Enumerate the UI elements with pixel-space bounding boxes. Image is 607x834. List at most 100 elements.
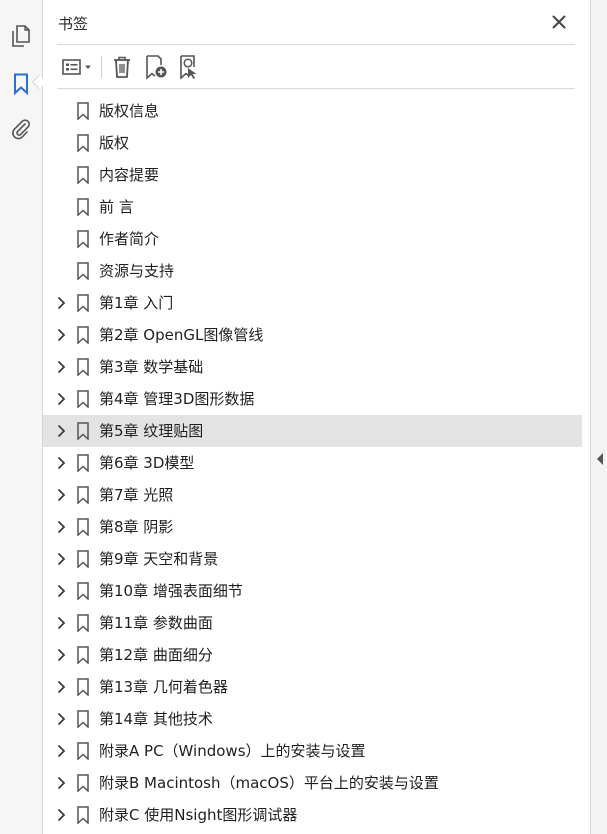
chevron-right-icon[interactable] bbox=[53, 359, 69, 375]
bookmark-row[interactable]: 第11章 参数曲面 bbox=[43, 607, 582, 639]
bookmark-row[interactable]: 第6章 3D模型 bbox=[43, 447, 582, 479]
bookmark-icon bbox=[76, 774, 90, 793]
bookmark-icon bbox=[76, 230, 90, 249]
bookmark-label: 第11章 参数曲面 bbox=[99, 614, 213, 632]
bookmark-label: 版权信息 bbox=[99, 102, 160, 120]
toolbar-separator bbox=[101, 56, 102, 78]
bookmark-label: 附录C 使用Nsight图形调试器 bbox=[99, 806, 298, 824]
bookmark-row[interactable]: 附录C 使用Nsight图形调试器 bbox=[43, 799, 582, 831]
bookmark-row[interactable]: 第4章 管理3D图形数据 bbox=[43, 383, 582, 415]
bookmark-icon bbox=[76, 518, 90, 537]
chevron-right-icon[interactable] bbox=[53, 647, 69, 663]
bookmark-icon bbox=[76, 422, 90, 441]
bookmark-label: 版权 bbox=[99, 134, 130, 152]
chevron-right-icon[interactable] bbox=[53, 807, 69, 823]
bookmarks-panel: 书签 版权信息 版权 内容提要 前 言 作者简介 资源与支持 第1章 入门 第2… bbox=[43, 0, 590, 834]
bookmark-row[interactable]: 作者简介 bbox=[43, 223, 582, 255]
chevron-right-icon[interactable] bbox=[53, 487, 69, 503]
bookmark-label: 前 言 bbox=[99, 198, 134, 216]
collapse-panel-icon[interactable] bbox=[595, 451, 605, 467]
bookmark-row[interactable]: 第9章 天空和背景 bbox=[43, 543, 582, 575]
bookmark-label: 第6章 3D模型 bbox=[99, 454, 195, 472]
bookmark-label: 第9章 天空和背景 bbox=[99, 550, 219, 568]
bookmark-row[interactable]: 第14章 其他技术 bbox=[43, 703, 582, 735]
bookmark-label: 第1章 入门 bbox=[99, 294, 174, 312]
bookmark-icon bbox=[76, 294, 90, 313]
bookmark-row[interactable]: 附录B Macintosh（macOS）平台上的安装与设置 bbox=[43, 767, 582, 799]
bookmark-row[interactable]: 附录A PC（Windows）上的安装与设置 bbox=[43, 735, 582, 767]
bookmark-label: 第7章 光照 bbox=[99, 486, 174, 504]
bookmark-row[interactable]: 第5章 纹理贴图 bbox=[43, 415, 582, 447]
bookmark-row[interactable]: 第10章 增强表面细节 bbox=[43, 575, 582, 607]
chevron-right-icon[interactable] bbox=[53, 551, 69, 567]
chevron-right-icon[interactable] bbox=[53, 519, 69, 535]
bookmark-label: 第2章 OpenGL图像管线 bbox=[99, 326, 264, 344]
bookmark-row[interactable]: 第7章 光照 bbox=[43, 479, 582, 511]
panel-splitter[interactable] bbox=[590, 0, 607, 834]
chevron-right-icon[interactable] bbox=[53, 327, 69, 343]
bookmark-icon bbox=[76, 678, 90, 697]
bookmark-row[interactable]: 第3章 数学基础 bbox=[43, 351, 582, 383]
chevron-right-icon[interactable] bbox=[53, 743, 69, 759]
bookmark-label: 第12章 曲面细分 bbox=[99, 646, 213, 664]
bookmark-icon bbox=[76, 134, 90, 153]
bookmark-row[interactable]: 第12章 曲面细分 bbox=[43, 639, 582, 671]
bookmark-row[interactable]: 前 言 bbox=[43, 191, 582, 223]
bookmark-label: 第8章 阴影 bbox=[99, 518, 174, 536]
bookmark-icon bbox=[76, 102, 90, 121]
bookmark-row[interactable]: 内容提要 bbox=[43, 159, 582, 191]
bookmark-icon bbox=[76, 614, 90, 633]
bookmark-icon bbox=[76, 326, 90, 345]
bookmark-label: 内容提要 bbox=[99, 166, 160, 184]
bookmark-label: 附录B Macintosh（macOS）平台上的安装与设置 bbox=[99, 774, 439, 792]
header-divider bbox=[57, 44, 575, 45]
bookmark-icon bbox=[76, 582, 90, 601]
bookmark-label: 第3章 数学基础 bbox=[99, 358, 204, 376]
bookmarks-icon[interactable] bbox=[8, 71, 34, 97]
bookmark-icon bbox=[76, 358, 90, 377]
bookmark-row[interactable]: 第8章 阴影 bbox=[43, 511, 582, 543]
find-current-bookmark-icon[interactable] bbox=[176, 54, 204, 80]
new-bookmark-icon[interactable] bbox=[142, 54, 170, 80]
chevron-right-icon[interactable] bbox=[53, 391, 69, 407]
chevron-right-icon[interactable] bbox=[53, 775, 69, 791]
panel-header: 书签 bbox=[43, 0, 590, 44]
options-icon[interactable] bbox=[57, 54, 97, 80]
bookmark-icon bbox=[76, 646, 90, 665]
chevron-right-icon[interactable] bbox=[53, 679, 69, 695]
bookmark-label: 附录A PC（Windows）上的安装与设置 bbox=[99, 742, 366, 760]
chevron-right-icon[interactable] bbox=[53, 423, 69, 439]
bookmark-row[interactable]: 版权 bbox=[43, 127, 582, 159]
bookmark-icon bbox=[76, 742, 90, 761]
bookmark-row[interactable]: 第13章 几何着色器 bbox=[43, 671, 582, 703]
close-icon[interactable] bbox=[549, 12, 569, 32]
bookmark-row[interactable]: 版权信息 bbox=[43, 95, 582, 127]
bookmark-icon bbox=[76, 166, 90, 185]
bookmark-row[interactable]: 第1章 入门 bbox=[43, 287, 582, 319]
bookmark-label: 资源与支持 bbox=[99, 262, 175, 280]
attachments-icon[interactable] bbox=[8, 116, 34, 142]
bookmarks-toolbar bbox=[57, 52, 575, 82]
chevron-right-icon[interactable] bbox=[53, 615, 69, 631]
bookmark-label: 第14章 其他技术 bbox=[99, 710, 213, 728]
bookmark-icon bbox=[76, 486, 90, 505]
panel-title: 书签 bbox=[58, 15, 89, 33]
bookmark-tree: 版权信息版权内容提要前 言作者简介资源与支持第1章 入门第2章 OpenGL图像… bbox=[43, 95, 590, 831]
chevron-right-icon[interactable] bbox=[53, 583, 69, 599]
bookmark-row[interactable]: 第2章 OpenGL图像管线 bbox=[43, 319, 582, 351]
bookmark-icon bbox=[76, 550, 90, 569]
chevron-right-icon[interactable] bbox=[53, 711, 69, 727]
page-thumbnails-icon[interactable] bbox=[8, 23, 34, 49]
delete-bookmark-icon[interactable] bbox=[108, 54, 136, 80]
bookmark-label: 第5章 纹理贴图 bbox=[99, 422, 204, 440]
bookmark-icon bbox=[76, 806, 90, 825]
bookmark-icon bbox=[76, 390, 90, 409]
bookmark-icon bbox=[76, 198, 90, 217]
bookmark-label: 第13章 几何着色器 bbox=[99, 678, 228, 696]
chevron-right-icon[interactable] bbox=[53, 455, 69, 471]
bookmark-icon bbox=[76, 262, 90, 281]
chevron-right-icon[interactable] bbox=[53, 295, 69, 311]
bookmark-row[interactable]: 资源与支持 bbox=[43, 255, 582, 287]
bookmark-icon bbox=[76, 710, 90, 729]
toolbar-divider bbox=[57, 88, 575, 89]
